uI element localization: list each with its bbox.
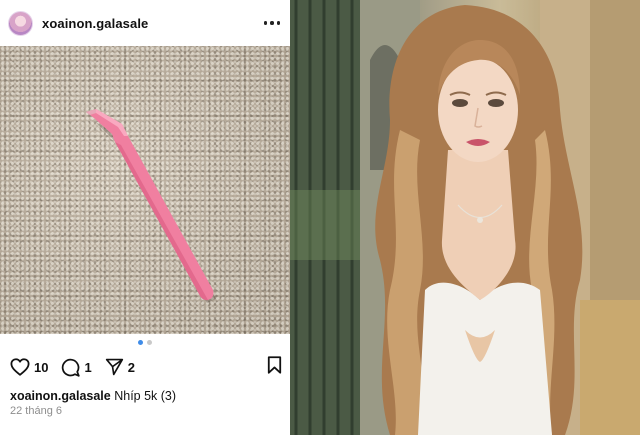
caption-text: Nhíp 5k (3) <box>114 389 177 403</box>
post-actions: 10 1 2 <box>10 355 282 379</box>
post-photo[interactable] <box>0 46 290 334</box>
comment-count: 1 <box>84 359 92 375</box>
portrait-illustration <box>290 0 640 435</box>
post-header: xoainon.galasale <box>0 0 290 46</box>
more-dots-icon[interactable] <box>263 13 280 33</box>
heart-icon <box>10 358 30 376</box>
portrait-photo <box>290 0 640 435</box>
caption-username[interactable]: xoainon.galasale <box>10 389 111 403</box>
bookmark-icon <box>267 355 282 374</box>
carousel-dot-active <box>138 340 143 345</box>
share-button[interactable]: 2 <box>105 358 135 376</box>
post-username[interactable]: xoainon.galasale <box>42 16 148 31</box>
instagram-post: xoainon.galasale 10 1 2 xoainon.galasale… <box>0 0 290 435</box>
post-caption: xoainon.galasale Nhíp 5k (3) <box>10 389 176 403</box>
avatar[interactable] <box>8 10 33 36</box>
bookmark-button[interactable] <box>267 355 282 379</box>
carousel-indicator <box>0 340 290 345</box>
carousel-dot <box>147 340 152 345</box>
like-count: 10 <box>34 359 49 375</box>
comment-icon <box>62 358 81 377</box>
like-button[interactable]: 10 <box>10 358 48 376</box>
tweezers-image <box>86 109 216 303</box>
comment-button[interactable]: 1 <box>61 358 92 377</box>
share-count: 2 <box>127 359 135 375</box>
post-date: 22 tháng 6 <box>10 405 62 417</box>
send-icon <box>105 358 123 376</box>
